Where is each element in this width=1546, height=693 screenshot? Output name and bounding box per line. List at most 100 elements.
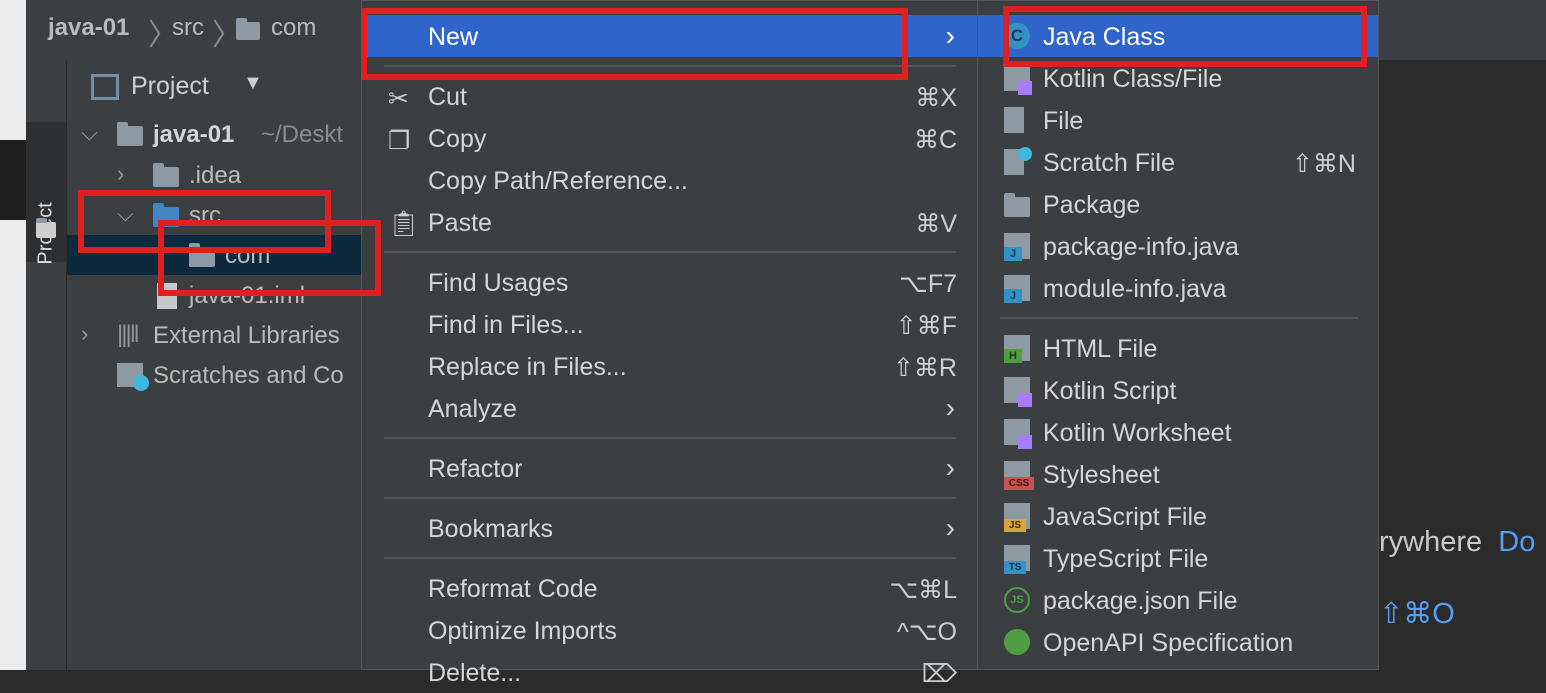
menu-separator xyxy=(384,65,956,67)
file-icon xyxy=(1004,107,1024,133)
menu-item-shortcut: ⇧⌘F xyxy=(895,312,957,340)
goto-shortcut-hint: ⇧⌘O xyxy=(1379,598,1455,630)
tree-item-label: Scratches and Co xyxy=(153,362,344,389)
clipboard-icon: 📋︎ xyxy=(388,210,420,238)
menu-item-paste[interactable]: 📋︎ Paste ⌘V xyxy=(362,201,977,243)
menu-item-shortcut: ⌘V xyxy=(915,210,957,238)
tree-item-label: java-01 xyxy=(153,121,235,148)
search-everywhere-hint: rywhere Do xyxy=(1379,526,1535,559)
submenu-item-html-file[interactable]: H HTML File xyxy=(978,327,1378,369)
folder-icon xyxy=(153,163,179,187)
submenu-item-package-info[interactable]: J package-info.java xyxy=(978,225,1378,267)
new-submenu: C Java Class Kotlin Class/File File Scra… xyxy=(977,0,1379,670)
menu-item-analyze[interactable]: Analyze › xyxy=(362,387,977,429)
submenu-item-module-info[interactable]: J module-info.java xyxy=(978,267,1378,309)
chevron-down-icon[interactable]: ⌵ xyxy=(117,201,134,227)
folder-icon xyxy=(36,218,56,238)
breadcrumb-com[interactable]: com xyxy=(271,14,316,42)
submenu-item-javascript-file[interactable]: JS JavaScript File xyxy=(978,495,1378,537)
menu-item-reformat-code[interactable]: Reformat Code ⌥⌘L xyxy=(362,567,977,609)
scissors-icon: ✂ xyxy=(388,85,409,113)
tree-item-label: com xyxy=(225,242,271,269)
tree-item-label: java-01.iml xyxy=(189,282,306,309)
tree-item-external-libraries[interactable]: › |||‖ External Libraries xyxy=(67,315,367,355)
menu-item-shortcut: ⌥⌘L xyxy=(889,576,957,604)
menu-item-shortcut: ^⌥O xyxy=(897,618,957,646)
submenu-item-kotlin-worksheet[interactable]: Kotlin Worksheet xyxy=(978,411,1378,453)
menu-item-cut[interactable]: ✂ Cut ⌘X xyxy=(362,75,977,117)
chevron-down-icon[interactable]: ⌵ xyxy=(81,120,98,146)
editor-empty-area: rywhere Do ⇧⌘O xyxy=(1379,60,1546,670)
tree-item-label: External Libraries xyxy=(153,322,340,349)
tree-item-label: src xyxy=(189,202,221,229)
hint-shortcut: Do xyxy=(1498,526,1536,558)
menu-item-find-in-files[interactable]: Find in Files... ⇧⌘F xyxy=(362,303,977,345)
menu-item-label: Paste xyxy=(428,209,492,237)
package-folder-icon xyxy=(1004,193,1030,217)
menu-item-shortcut: ⌘C xyxy=(913,126,957,154)
submenu-item-label: Package xyxy=(1043,191,1141,219)
submenu-item-file[interactable]: File xyxy=(978,99,1378,141)
submenu-item-label: File xyxy=(1043,107,1084,135)
menu-item-shortcut: ⌘X xyxy=(915,84,957,112)
menu-item-label: Bookmarks xyxy=(428,515,554,543)
tree-item-scratches[interactable]: Scratches and Co xyxy=(67,355,367,395)
breadcrumb-project[interactable]: java-01 xyxy=(48,14,129,42)
menu-item-copy[interactable]: ❐ Copy ⌘C xyxy=(362,117,977,159)
menu-item-bookmarks[interactable]: Bookmarks › xyxy=(362,507,977,549)
menu-item-label: Delete... xyxy=(428,659,522,687)
menu-item-delete[interactable]: Delete... ⌦ xyxy=(362,651,977,693)
menu-item-label: Copy xyxy=(428,125,487,153)
menu-item-new[interactable]: New › xyxy=(362,15,977,57)
module-folder-icon xyxy=(117,122,143,146)
chevron-down-icon[interactable]: ▼ xyxy=(243,72,263,95)
background-window-fragment xyxy=(0,140,26,220)
menu-item-shortcut: ⌦ xyxy=(921,660,957,688)
menu-item-label: Analyze xyxy=(428,395,517,423)
tree-item-idea[interactable]: › .idea xyxy=(67,155,367,195)
tree-item-com[interactable]: com xyxy=(67,235,367,275)
submenu-item-label: TypeScript File xyxy=(1043,545,1209,573)
tree-item-iml[interactable]: java-01.iml xyxy=(67,275,367,315)
package-folder-icon xyxy=(236,18,260,40)
library-icon: |||‖ xyxy=(117,321,140,348)
chevron-right-icon[interactable]: › xyxy=(117,161,124,187)
menu-separator xyxy=(384,557,956,559)
menu-item-optimize-imports[interactable]: Optimize Imports ^⌥O xyxy=(362,609,977,651)
menu-item-label: Find Usages xyxy=(428,269,569,297)
project-view-icon xyxy=(91,74,119,100)
menu-item-copy-path[interactable]: Copy Path/Reference... xyxy=(362,159,977,201)
menu-item-find-usages[interactable]: Find Usages ⌥F7 xyxy=(362,261,977,303)
menu-item-refactor[interactable]: Refactor › xyxy=(362,447,977,489)
tree-item-java-01[interactable]: ⌵ java-01 ~/Deskt xyxy=(67,114,367,154)
submenu-item-scratch-file[interactable]: Scratch File ⇧⌘N xyxy=(978,141,1378,183)
project-view-selector[interactable]: Project xyxy=(131,72,209,101)
menu-separator xyxy=(384,251,956,253)
project-tool-tab[interactable]: Project xyxy=(26,122,66,265)
chevron-right-icon: › xyxy=(945,452,955,483)
tree-item-src[interactable]: ⌵ src xyxy=(67,195,367,235)
submenu-item-label: package.json File xyxy=(1043,587,1238,615)
kotlin-badge-icon xyxy=(1018,81,1032,95)
submenu-item-kotlin-class[interactable]: Kotlin Class/File xyxy=(978,57,1378,99)
submenu-item-stylesheet[interactable]: CSS Stylesheet xyxy=(978,453,1378,495)
menu-item-replace-in-files[interactable]: Replace in Files... ⇧⌘R xyxy=(362,345,977,387)
breadcrumb-src[interactable]: src xyxy=(172,14,204,42)
submenu-item-kotlin-script[interactable]: Kotlin Script xyxy=(978,369,1378,411)
css-badge-icon: CSS xyxy=(1004,477,1034,490)
submenu-item-package[interactable]: Package xyxy=(978,183,1378,225)
chevron-right-icon[interactable]: › xyxy=(81,321,88,347)
submenu-item-openapi[interactable]: OpenAPI Specification xyxy=(978,621,1378,663)
package-folder-icon xyxy=(189,243,215,267)
menu-item-label: Optimize Imports xyxy=(428,617,617,645)
submenu-item-package-json[interactable]: JS package.json File xyxy=(978,579,1378,621)
submenu-item-label: Kotlin Worksheet xyxy=(1043,419,1232,447)
submenu-item-label: Stylesheet xyxy=(1043,461,1160,489)
submenu-item-typescript-file[interactable]: TS TypeScript File xyxy=(978,537,1378,579)
submenu-item-java-class[interactable]: C Java Class xyxy=(978,15,1378,57)
java-class-icon: C xyxy=(1004,23,1030,49)
submenu-item-label: JavaScript File xyxy=(1043,503,1207,531)
js-badge-icon: JS xyxy=(1004,519,1026,532)
tool-window-strip: Project xyxy=(26,60,67,670)
submenu-item-label: OpenAPI Specification xyxy=(1043,629,1294,657)
